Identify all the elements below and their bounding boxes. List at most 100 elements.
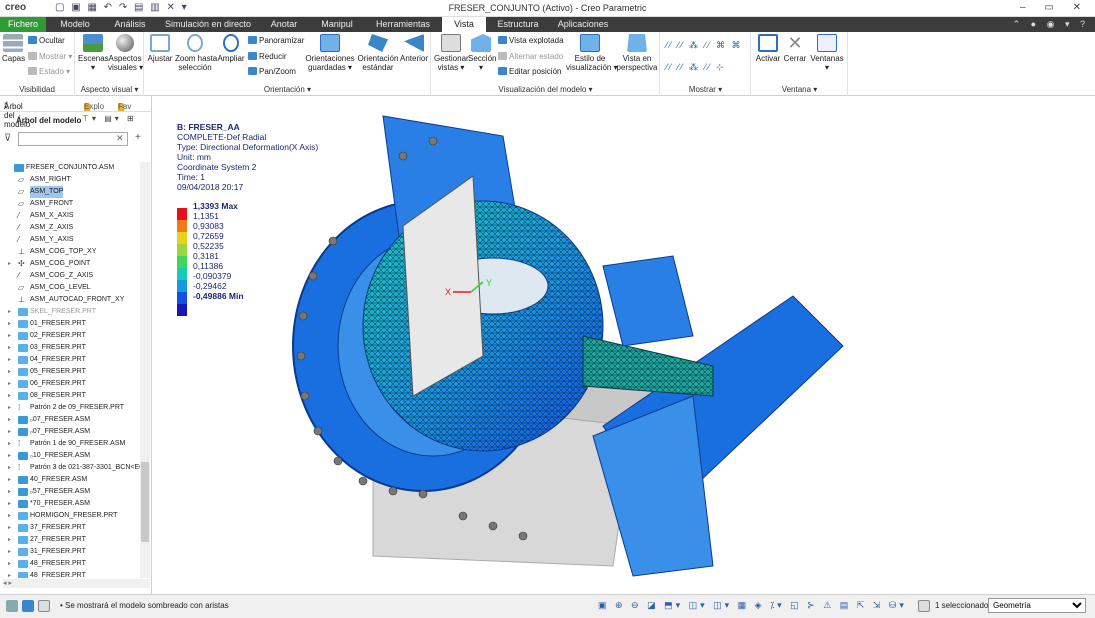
expand-arrow-icon[interactable]: ▸ (8, 450, 11, 462)
tree-vertical-scrollbar[interactable] (140, 162, 150, 578)
browser-toggle-icon[interactable] (22, 600, 34, 612)
tab-aplicaciones[interactable]: Aplicaciones (552, 17, 614, 32)
filter-icon[interactable]: ⊽ (4, 133, 11, 144)
gestionar-vistas-button[interactable]: Gestionar vistas ▾ (434, 34, 469, 72)
result-type: Type: Directional Deformation(X Axis) (177, 142, 319, 152)
clear-search-icon[interactable]: ✕ (116, 133, 124, 144)
tree-item-label: 40_FRESER.ASM (30, 476, 88, 483)
expand-arrow-icon[interactable]: ▸ (8, 378, 11, 390)
windows-icon (817, 34, 837, 52)
tab-anotar[interactable]: Anotar (262, 17, 306, 32)
expand-arrow-icon[interactable]: ▸ (8, 558, 11, 570)
vista-explotada-button[interactable]: Vista explotada (498, 36, 564, 45)
expand-arrow-icon[interactable]: ▸ (8, 522, 11, 534)
color-scale-segment (177, 256, 187, 268)
graphics-viewport[interactable]: Y X B: FRESER_AA COMPLETE-Def Radial Typ… (153, 96, 1095, 594)
activar-button[interactable]: Activar (754, 34, 782, 63)
selection-filter-select[interactable]: Geometría (988, 598, 1086, 613)
ajustar-button[interactable]: Ajustar (147, 34, 173, 63)
cerrar-button[interactable]: ✕ Cerrar (782, 34, 808, 63)
capas-button[interactable]: Capas (2, 34, 26, 63)
part-icon (18, 392, 28, 400)
expand-arrow-icon[interactable]: ▸ (8, 510, 11, 522)
color-scale-segment (177, 280, 187, 292)
asm-icon (18, 416, 28, 424)
zoom-seleccion-button[interactable]: Zoom hasta selección (175, 34, 217, 72)
expand-arrow-icon[interactable]: ▸ (8, 402, 11, 414)
orientaciones-guardadas-button[interactable]: Orientaciones guardadas ▾ (305, 34, 355, 72)
expand-arrow-icon[interactable]: ▸ (8, 438, 11, 450)
window-controls[interactable]: – ▭ ✕ (1020, 2, 1089, 13)
scale-label: 0,3181 (193, 251, 219, 261)
tree-horizontal-scrollbar[interactable]: ◂ ▸ (3, 579, 150, 588)
ocultar-button[interactable]: Ocultar (28, 36, 65, 45)
seccion-button[interactable]: Sección ▾ (468, 34, 496, 72)
tab-vista[interactable]: Vista (442, 17, 486, 32)
expand-arrow-icon[interactable]: ▸ (8, 570, 11, 578)
scrollbar-thumb[interactable] (141, 462, 149, 542)
tab-fichero[interactable]: Fichero (0, 17, 46, 32)
expand-arrow-icon[interactable]: ▸ (8, 534, 11, 546)
vista-perspectiva-button[interactable]: Vista en perspectiva (616, 34, 658, 72)
navigator-toggle-icon[interactable] (6, 600, 18, 612)
mostrar-button[interactable]: Mostrar ▾ (28, 52, 72, 61)
pattern-icon: ⁞ (18, 403, 21, 412)
expand-arrow-icon[interactable]: ▸ (8, 342, 11, 354)
alternar-estado-button[interactable]: Alternar estado (498, 52, 563, 61)
ocultar-label: Ocultar (39, 36, 65, 45)
expand-arrow-icon[interactable]: ▸ (8, 414, 11, 426)
pan-zoom-button[interactable]: Pan/Zoom (248, 67, 296, 76)
orientacion-estandar-button[interactable]: Orientación estándar (356, 34, 400, 72)
aspectos-button[interactable]: Aspectos visuales ▾ (108, 34, 143, 72)
expand-arrow-icon[interactable]: ▸ (8, 330, 11, 342)
ribbon-right-tools[interactable]: ⌃ ● ◉ ▾ ? (1013, 19, 1089, 30)
tree-item-label: ASM_FRONT (30, 200, 74, 207)
panoramizar-button[interactable]: Panoramizar (248, 36, 304, 45)
part-icon (18, 572, 28, 578)
expand-arrow-icon[interactable]: ▸ (8, 426, 11, 438)
tab-herramientas[interactable]: Herramientas (368, 17, 438, 32)
part-icon (18, 512, 28, 520)
expand-arrow-icon[interactable]: ▸ (8, 306, 11, 318)
display-datum-tools-row1[interactable]: ⁄⁄ ⁄⁄ ⁂ ⁄⁄ ⌘ ⌘ (666, 40, 743, 51)
tab-manipul[interactable]: Manipul (314, 17, 360, 32)
axis-x-label: X (445, 287, 451, 297)
expand-arrow-icon[interactable]: ▸ (8, 486, 11, 498)
expand-arrow-icon[interactable]: ▸ (8, 546, 11, 558)
capas-label: Capas (2, 54, 26, 63)
expand-arrow-icon[interactable]: ▸ (8, 462, 11, 474)
graphics-toolbar[interactable]: ▣ ⊕ ⊖ ◪ ⬒▾ ◫▾ ◫▾ ▦ ◈ ⁒▾ ◱ ⊱ ⚠ ▤ ⇱ ⇲ ⛁▾ (598, 600, 907, 611)
tab-simulacion[interactable]: Simulación en directo (160, 17, 256, 32)
editar-posicion-button[interactable]: Editar posición (498, 67, 561, 76)
expand-arrow-icon[interactable]: ▸ (8, 318, 11, 330)
reducir-button[interactable]: Reducir (248, 52, 287, 61)
estilo-visualizacion-button[interactable]: Estilo de visualización ▾ (566, 34, 618, 72)
ventanas-button[interactable]: Ventanas ▾ (810, 34, 844, 72)
tree-header-tools[interactable]: ⊤▾ ▤▾ ⊞ (82, 114, 137, 123)
expand-arrow-icon[interactable]: ▸ (8, 258, 11, 270)
expand-arrow-icon[interactable]: ▸ (8, 354, 11, 366)
ampliar-label: Ampliar (217, 54, 245, 63)
expand-arrow-icon[interactable]: ▸ (8, 498, 11, 510)
estado-button[interactable]: Estado ▾ (28, 67, 70, 76)
tab-modelo[interactable]: Modelo (50, 17, 100, 32)
add-filter-icon[interactable]: + (135, 132, 141, 143)
orientacion-estandar-label: Orientación estándar (357, 54, 399, 72)
group-label-mostrar: Mostrar ▾ (688, 85, 723, 94)
expand-arrow-icon[interactable]: ▸ (8, 390, 11, 402)
ampliar-button[interactable]: Ampliar (217, 34, 245, 63)
result-legend: B: FRESER_AA COMPLETE-Def Radial Type: D… (177, 122, 318, 192)
tree-search-input[interactable] (18, 132, 128, 146)
anterior-button[interactable]: Anterior (399, 34, 429, 63)
expand-arrow-icon[interactable]: ▸ (8, 474, 11, 486)
expand-arrow-icon[interactable]: ▸ (8, 366, 11, 378)
display-datum-tools-row2[interactable]: ⁄⁄ ⁄⁄ ⁂ ⁄⁄ ⊹ (666, 62, 726, 73)
color-scale-bar (177, 208, 187, 316)
fullscreen-icon[interactable] (38, 600, 50, 612)
tab-estructura[interactable]: Estructura (492, 17, 544, 32)
color-scale-segment (177, 268, 187, 280)
scale-label: 0,11386 (193, 261, 224, 271)
tab-analisis[interactable]: Análisis (104, 17, 156, 32)
selection-list-icon[interactable] (918, 600, 930, 612)
escenas-button[interactable]: Escenas ▾ (78, 34, 109, 72)
